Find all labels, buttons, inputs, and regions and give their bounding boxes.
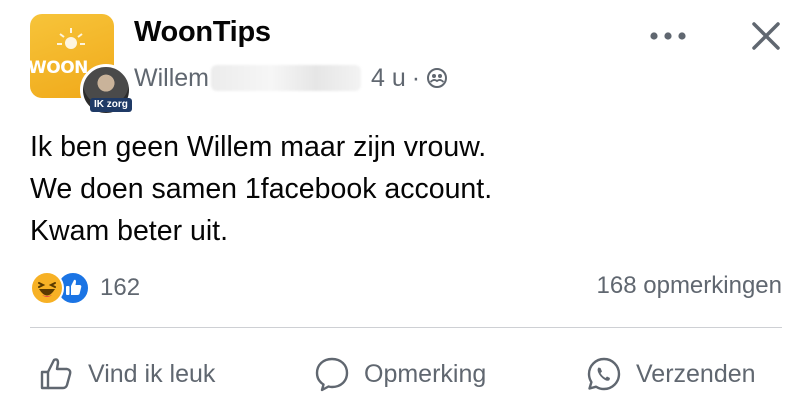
meta-separator: · (411, 63, 421, 92)
author-name[interactable]: Willem (134, 64, 209, 93)
share-label: Verzenden (636, 359, 756, 388)
post-text-line: Kwam beter uit. (30, 215, 228, 247)
action-bar: Vind ik leuk Opmerking Verzenden (0, 340, 800, 410)
whatsapp-icon (587, 357, 621, 391)
like-label: Vind ik leuk (88, 359, 216, 388)
post-text-line: Ik ben geen Willem maar zijn vrouw. (30, 131, 487, 163)
close-button[interactable] (744, 14, 788, 58)
reactions-summary[interactable]: 162 (30, 268, 140, 308)
blurred-name (211, 65, 361, 91)
comments-count[interactable]: 168 opmerkingen (597, 272, 782, 300)
haha-icon (30, 271, 64, 305)
post-text: Ik ben geen Willem maar zijn vrouw. We d… (30, 126, 770, 252)
post-text-line: We doen samen 1facebook account. (30, 173, 493, 205)
comment-button[interactable]: Opmerking (312, 352, 486, 396)
like-button[interactable]: Vind ik leuk (36, 352, 215, 396)
avatar-group[interactable]: WOON IK zorg (30, 14, 132, 116)
post-card: WOON IK zorg WoonTips Willem 4 u · Ik be… (0, 0, 800, 420)
comment-label: Opmerking (364, 359, 487, 388)
more-icon (650, 32, 686, 40)
thumbs-up-icon (40, 358, 72, 390)
divider (30, 327, 782, 328)
post-meta: Willem 4 u · (134, 62, 448, 94)
friends-icon[interactable] (426, 67, 448, 89)
page-name[interactable]: WoonTips (134, 16, 271, 49)
sun-icon (57, 28, 85, 49)
comment-icon (315, 357, 349, 392)
share-button[interactable]: Verzenden (584, 352, 756, 396)
more-options-button[interactable] (646, 22, 690, 50)
reaction-count: 162 (100, 274, 141, 301)
close-icon (752, 22, 780, 50)
post-time[interactable]: 4 u (371, 64, 406, 93)
user-avatar-tag: IK zorg (90, 98, 132, 112)
